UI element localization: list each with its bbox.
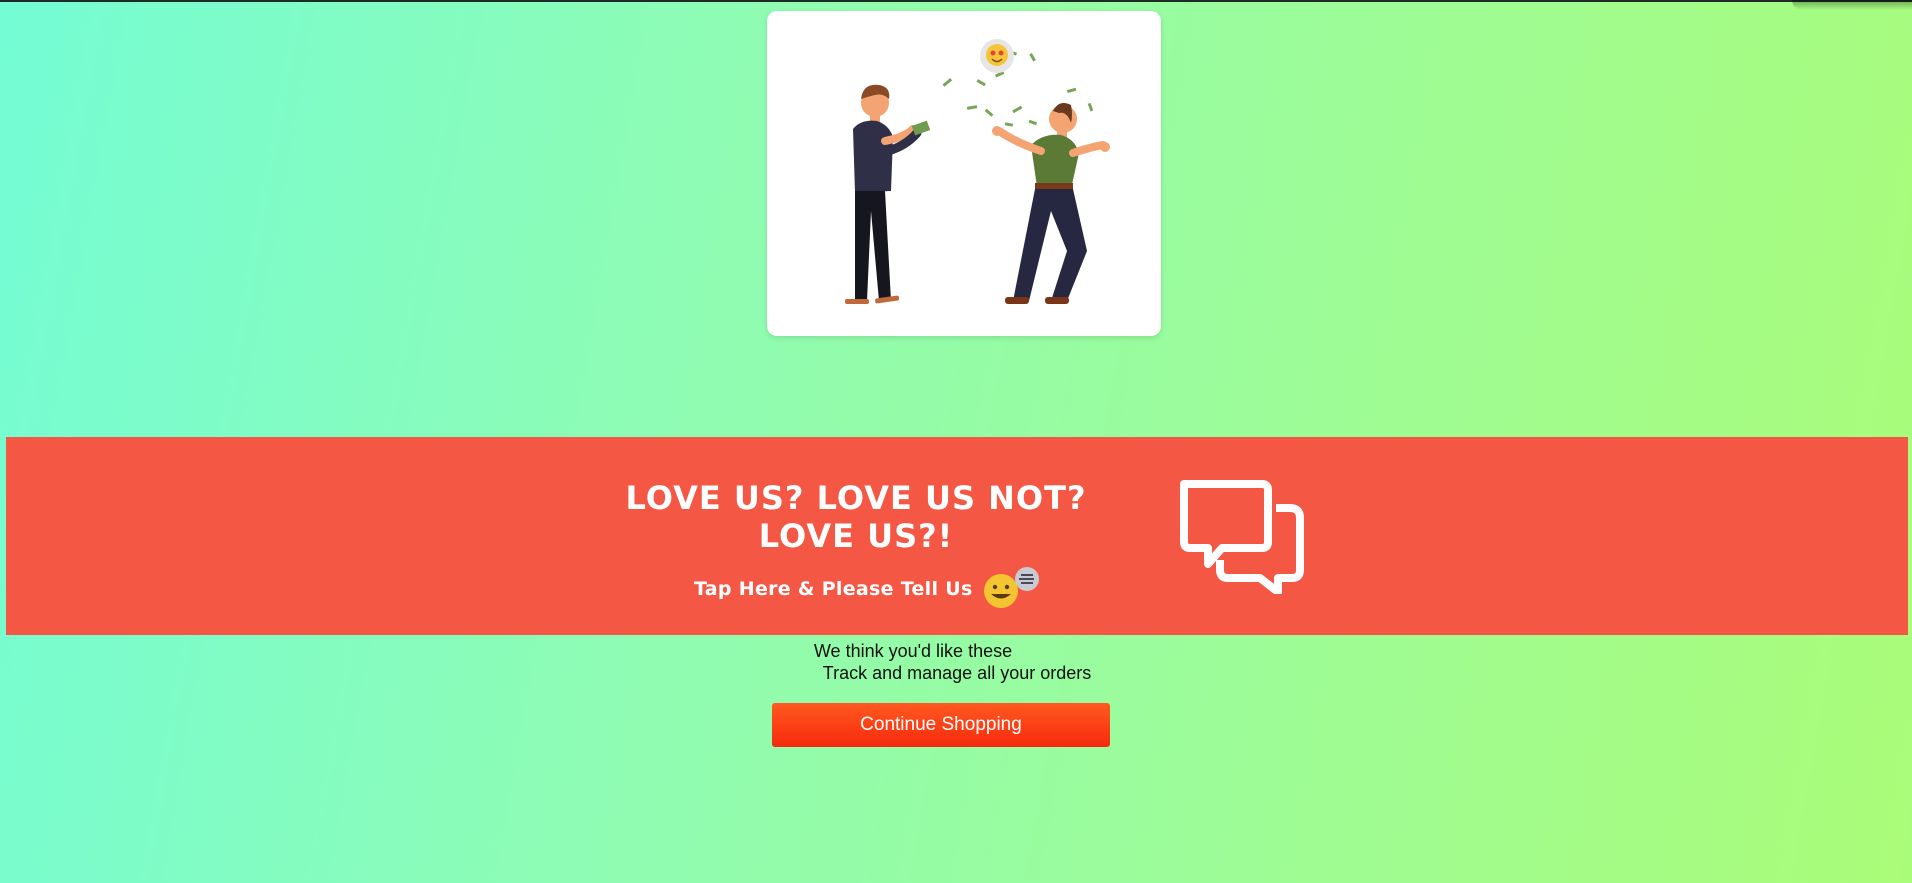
track-orders-text: Track and manage all your orders: [822, 663, 1092, 683]
feedback-banner[interactable]: LOVE US? LOVE US NOT? LOVE US?! Tap Here…: [6, 437, 1908, 635]
smiley-speech-icon: [981, 567, 1045, 611]
man-holding-money: [845, 84, 931, 304]
continue-shopping-button[interactable]: Continue Shopping: [772, 703, 1110, 747]
celebrating-people-illustration: [845, 39, 1110, 304]
banner-headline: LOVE US? LOVE US NOT? LOVE US?!: [546, 479, 1166, 555]
man-celebrating: [992, 103, 1110, 304]
suggestion-heading: We think you'd like these: [813, 641, 1013, 661]
top-right-shadow: [1792, 0, 1912, 10]
banner-headline-line2: LOVE US?!: [758, 517, 954, 555]
top-border: [0, 0, 1912, 2]
banner-subtext: Tap Here & Please Tell Us: [694, 578, 973, 600]
banner-cta[interactable]: Tap Here & Please Tell Us: [694, 567, 1045, 611]
smiley-icon: [983, 567, 1039, 608]
heart-eyes-emoji-icon: [980, 39, 1014, 73]
illustration-card: [767, 11, 1161, 336]
banner-headline-line1: LOVE US? LOVE US NOT?: [625, 479, 1087, 517]
chat-bubbles-icon: [1178, 478, 1308, 594]
